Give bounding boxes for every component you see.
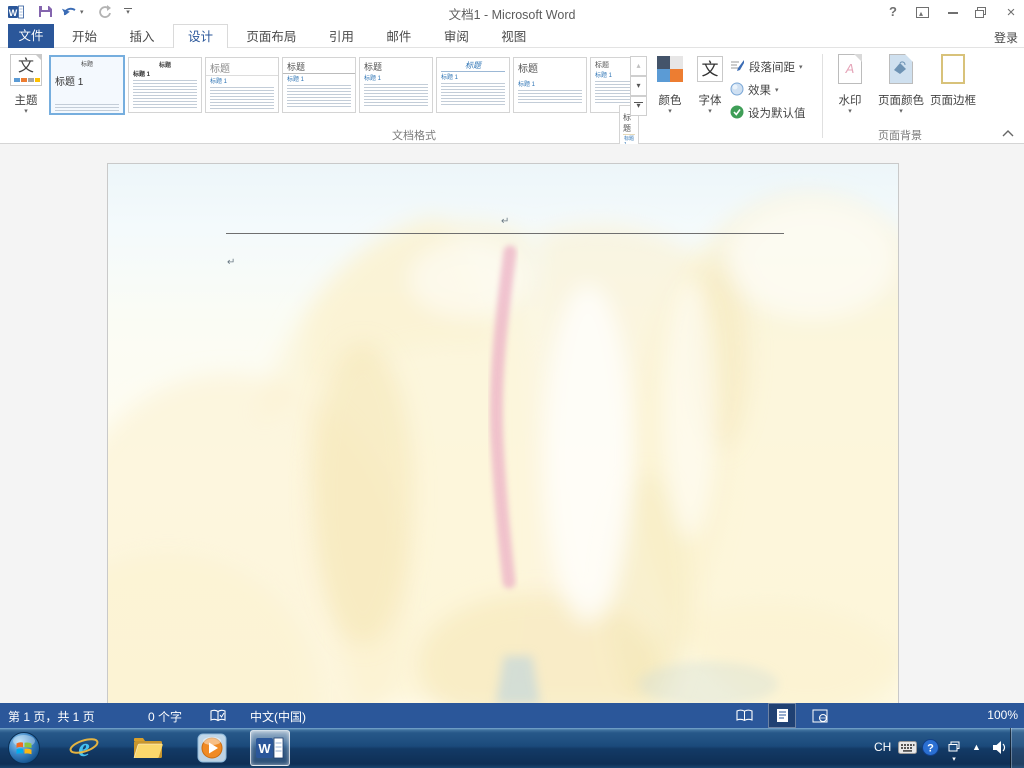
language-status[interactable]: 中文(中国) — [250, 708, 306, 725]
watermark-icon: A — [838, 54, 862, 84]
set-as-default-button[interactable]: 设为默认值 — [730, 104, 806, 122]
watermark-dropdown-icon: ▾ — [848, 108, 852, 115]
gallery-scroll-down-icon[interactable]: ▾ — [630, 76, 647, 96]
page-color-icon — [889, 54, 913, 84]
status-bar: 第 1 页，共 1 页 0 个字 中文(中国) – + 100% — [0, 703, 1024, 728]
page-borders-icon — [941, 54, 965, 84]
header-border-line — [226, 233, 784, 234]
effects-button[interactable]: 效果 ▾ — [730, 81, 779, 99]
language-bar-help-icon[interactable]: ? — [922, 739, 939, 761]
collapse-ribbon-icon[interactable] — [1000, 126, 1016, 144]
style-set-gallery: 标题 标题 1 标题 标题 1 标题 标题 1 标题 标题 1 标题 标题 1 … — [48, 54, 630, 120]
style-set-thumbnail[interactable]: 标题 标题 1 — [282, 57, 356, 113]
style-set-thumbnail[interactable]: 标题 标题 1 — [128, 57, 202, 113]
file-explorer-icon[interactable] — [128, 730, 168, 766]
print-layout-button[interactable] — [768, 703, 796, 728]
gallery-scroll-up-icon[interactable]: ▴ — [630, 56, 647, 76]
colors-dropdown-icon: ▾ — [668, 108, 672, 115]
language-bar-restore-icon[interactable]: ▾ — [948, 739, 960, 763]
tab-design[interactable]: 设计 — [172, 24, 228, 49]
group-label-page-background: 页面背景 — [878, 130, 922, 142]
document-canvas-area: ↵ ↵ — [0, 144, 1024, 703]
web-layout-button[interactable] — [806, 703, 834, 728]
header-paragraph-mark: ↵ — [501, 216, 510, 227]
watermark-button[interactable]: A 水印 ▾ — [828, 52, 872, 136]
theme-colors-button[interactable]: 颜色 ▾ — [650, 52, 690, 136]
style-set-thumbnail[interactable]: 标题 标题 1 — [359, 57, 433, 113]
style-set-thumbnail[interactable]: 标题 标题 1 — [436, 57, 510, 113]
title-bar: W ▾ ▾ 文档1 - Microsoft Word ? ▴ × — [0, 0, 1024, 24]
tab-file[interactable]: 文件 — [8, 24, 54, 48]
themes-button[interactable]: 文 主题 ▾ — [6, 52, 46, 136]
show-desktop-button[interactable] — [1010, 728, 1024, 768]
keyboard-layout-icon[interactable] — [898, 741, 917, 759]
ribbon-display-options-icon[interactable]: ▴ — [914, 4, 932, 20]
tab-home[interactable]: 开始 — [58, 25, 111, 49]
sign-in-link[interactable]: 登录 — [994, 29, 1018, 46]
tab-references[interactable]: 引用 — [315, 25, 368, 49]
tab-review[interactable]: 审阅 — [430, 25, 483, 49]
taskbar: e W CH ? ▾ ▲ — [0, 728, 1024, 768]
word-taskbar-button[interactable]: W — [250, 730, 290, 766]
svg-text:W: W — [258, 741, 271, 756]
read-mode-button[interactable] — [730, 703, 758, 728]
zoom-level-button[interactable]: 100% — [978, 708, 1018, 722]
volume-icon[interactable] — [992, 740, 1008, 760]
svg-text:?: ? — [927, 743, 934, 755]
effects-icon — [730, 82, 744, 99]
tab-mailings[interactable]: 邮件 — [372, 25, 425, 49]
ribbon: 文 主题 ▾ 标题 标题 1 标题 标题 1 标题 标题 1 标题 标题 1 标… — [0, 48, 1024, 161]
minimize-button[interactable] — [944, 4, 962, 20]
paragraph-spacing-button[interactable]: 段落间距 ▾ — [730, 58, 803, 76]
fonts-dropdown-icon: ▾ — [708, 108, 712, 115]
restore-button[interactable] — [972, 4, 990, 22]
input-language-indicator[interactable]: CH — [874, 740, 891, 754]
close-button[interactable]: × — [1002, 4, 1020, 21]
window-title: 文档1 - Microsoft Word — [448, 8, 576, 22]
internet-explorer-icon[interactable]: e — [64, 730, 104, 766]
language-bar-dropdown-icon: ▾ — [952, 756, 956, 763]
theme-colors-icon — [657, 56, 683, 82]
word-count-status[interactable]: 0 个字 — [148, 708, 182, 725]
themes-icon: 文 — [10, 54, 42, 86]
body-paragraph-mark[interactable]: ↵ — [227, 257, 235, 268]
media-player-icon[interactable] — [192, 730, 232, 766]
paragraph-spacing-icon — [730, 59, 745, 76]
set-default-check-icon — [730, 105, 744, 122]
themes-dropdown-icon: ▾ — [24, 108, 28, 115]
page-borders-button[interactable]: 页面边框 — [928, 52, 978, 136]
style-set-thumbnail[interactable]: 标题 标题 1 — [205, 57, 279, 113]
ribbon-tab-row: 文件 开始 插入 设计 页面布局 引用 邮件 审阅 视图 登录 — [0, 24, 1024, 49]
tab-insert[interactable]: 插入 — [115, 25, 168, 49]
proofing-status-icon[interactable] — [210, 709, 226, 725]
page-color-button[interactable]: 页面颜色 ▾ — [876, 52, 926, 136]
style-set-thumbnail[interactable]: 标题 标题 1 — [513, 57, 587, 113]
tulip-background-image — [108, 164, 898, 703]
group-label-document-formatting: 文档格式 — [392, 130, 436, 142]
document-page[interactable]: ↵ ↵ — [107, 163, 899, 703]
help-icon[interactable]: ? — [884, 4, 902, 19]
page-number-status[interactable]: 第 1 页，共 1 页 — [8, 708, 95, 725]
tab-view[interactable]: 视图 — [487, 25, 540, 49]
svg-text:e: e — [78, 733, 90, 762]
page-color-dropdown-icon: ▾ — [899, 108, 903, 115]
word-window: W ▾ ▾ 文档1 - Microsoft Word ? ▴ × 文件 开始 插… — [0, 0, 1024, 768]
show-hidden-icons-button[interactable]: ▲ — [972, 742, 981, 752]
start-button[interactable] — [4, 730, 44, 766]
style-set-thumbnail-current[interactable]: 标题 标题 1 — [49, 55, 125, 115]
tab-page-layout[interactable]: 页面布局 — [232, 25, 310, 49]
group-separator — [822, 54, 823, 138]
theme-fonts-icon: 文 — [697, 56, 723, 82]
gallery-more-icon[interactable]: ▾ — [630, 96, 647, 116]
theme-fonts-button[interactable]: 文 字体 ▾ — [690, 52, 730, 136]
